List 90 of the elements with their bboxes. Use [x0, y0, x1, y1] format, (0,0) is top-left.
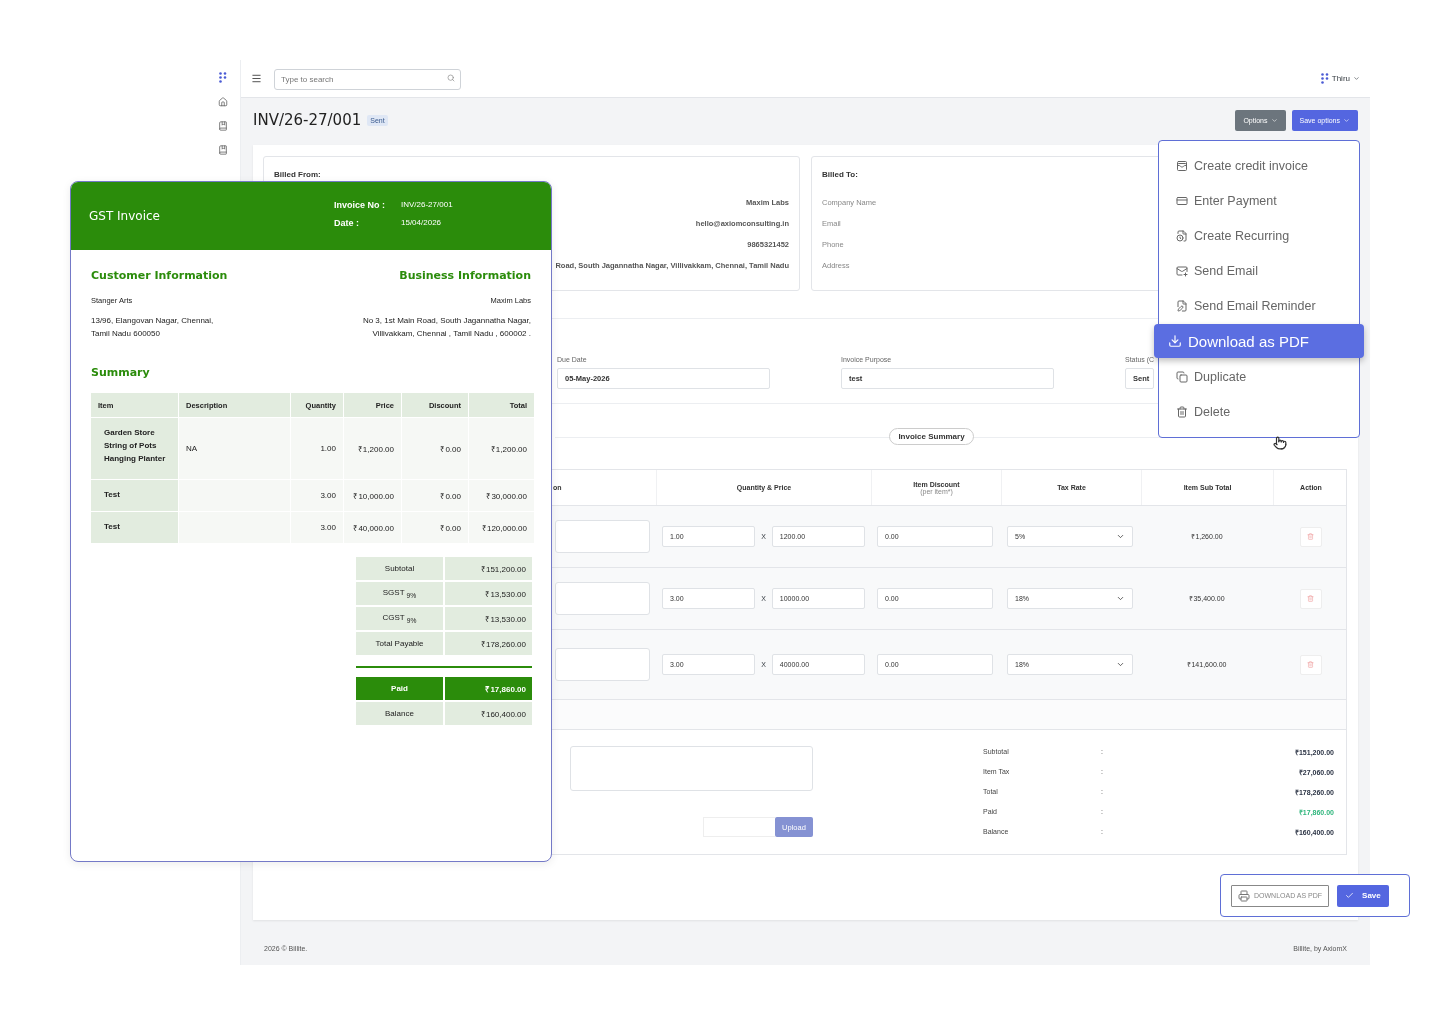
hand-cursor-icon: [1273, 436, 1287, 450]
total-label: Balance: [356, 702, 443, 725]
panel-heading: Billed To:: [822, 170, 859, 179]
preview-title: GST Invoice: [89, 209, 160, 223]
menu-item[interactable]: Duplicate: [1159, 359, 1359, 395]
meta-label: Date :: [334, 218, 360, 228]
copy-icon: [1176, 370, 1188, 383]
chevron-down-icon: [1353, 75, 1360, 82]
chevron-down-icon: [1270, 116, 1278, 124]
chevron-down-icon: [1343, 116, 1350, 124]
table-cell: ₹30,000.00: [469, 480, 534, 511]
invoice-title: INV/26-27/001: [253, 111, 362, 129]
apps-icon: [218, 72, 227, 83]
chevron-down-icon: [1116, 594, 1125, 603]
user-menu[interactable]: Thiru: [1320, 73, 1360, 84]
total-value: ₹151,200.00: [445, 557, 532, 580]
table-cell: ₹0.00: [402, 480, 468, 511]
table-cell: NA: [179, 418, 290, 479]
item-cell: Garden Store String of Pots Hanging Planter: [91, 418, 178, 479]
mail-plus-icon: [1176, 265, 1188, 278]
table-cell: 3.00: [291, 512, 343, 543]
home-icon[interactable]: [217, 97, 228, 107]
menu-item[interactable]: Download as PDF: [1154, 324, 1364, 359]
item-cell: Test: [91, 512, 178, 543]
total-label: CGST $_{9%}$: [356, 607, 443, 630]
menu-item[interactable]: Enter Payment: [1159, 183, 1359, 219]
apps-icon: [1320, 73, 1329, 84]
delete-button[interactable]: [1299, 588, 1322, 609]
address-line: No 3, 1st Main Road, South Jagannatha Nagar,: [362, 316, 531, 325]
section-heading: Summary: [91, 366, 151, 379]
trash-icon: [1307, 533, 1314, 540]
search-icon: [447, 74, 455, 82]
table-cell: ₹40,000.00: [344, 512, 401, 543]
document-clock-icon: [1176, 230, 1188, 243]
total-value: ₹178,260.00: [445, 632, 532, 655]
section-heading: Business Information: [399, 269, 531, 282]
meta-label: Invoice No :: [334, 200, 386, 210]
description-field[interactable]: [555, 520, 650, 553]
card-plus-icon: [1176, 160, 1188, 173]
table-cell: ₹0.00: [402, 512, 468, 543]
address-line: Tamil Nadu 600050: [91, 329, 160, 338]
menu-icon[interactable]: [251, 73, 262, 84]
chevron-down-icon: [1116, 532, 1125, 541]
total-value: ₹13,530.00: [445, 582, 532, 605]
check-icon: [1345, 891, 1355, 900]
table-cell: 3.00: [291, 480, 343, 511]
table-cell: ₹120,000.00: [469, 512, 534, 543]
book-icon[interactable]: [217, 145, 228, 155]
delete-button[interactable]: [1299, 654, 1322, 675]
address-line: Villivakkam, Chennai , Tamil Nadu , 600002 .: [372, 329, 531, 338]
delete-button[interactable]: [1299, 526, 1322, 547]
table-cell: ₹1,200.00: [469, 418, 534, 479]
total-value: ₹160,400.00: [445, 702, 532, 725]
menu-item[interactable]: Create Recurring: [1159, 218, 1359, 254]
table-cell: 1.00: [291, 418, 343, 479]
search-field[interactable]: Type to search: [274, 69, 461, 90]
download-icon: [1168, 334, 1182, 349]
card-icon: [1176, 195, 1188, 208]
book-icon[interactable]: [217, 121, 228, 131]
chevron-down-icon: [1116, 660, 1125, 669]
trash-icon: [1176, 405, 1188, 418]
menu-item[interactable]: Send Email: [1159, 253, 1359, 289]
total-label: SGST $_{9%}$: [356, 582, 443, 605]
total-value: ₹13,530.00: [445, 607, 532, 630]
section-heading: Customer Information: [91, 269, 228, 282]
item-cell: Test: [91, 480, 178, 511]
printer-icon: [1238, 889, 1250, 902]
description-field[interactable]: [555, 648, 650, 681]
panel-heading: Billed From:: [274, 170, 322, 179]
menu-item[interactable]: Create credit invoice: [1159, 149, 1359, 184]
file-field[interactable]: [703, 817, 775, 837]
table-cell: ₹10,000.00: [344, 480, 401, 511]
menu-item[interactable]: Send Email Reminder: [1159, 288, 1359, 324]
address-line: 13/96, Elangovan Nagar, Chennai,: [91, 316, 214, 325]
total-label: Total Payable: [356, 632, 443, 655]
trash-icon: [1307, 661, 1314, 668]
table-cell: ₹1,200.00: [344, 418, 401, 479]
section-title: Invoice Summary: [889, 428, 974, 445]
table-cell: ₹0.00: [402, 418, 468, 479]
save-button[interactable]: Save: [1337, 884, 1389, 907]
notes-field[interactable]: [570, 746, 813, 791]
document-pen-icon: [1176, 299, 1188, 312]
menu-item[interactable]: Delete: [1159, 394, 1359, 429]
total-label: Paid: [356, 677, 443, 700]
meta-value: 15/04/2026: [401, 218, 443, 228]
total-label: Subtotal: [356, 557, 443, 580]
total-value: ₹17,860.00: [445, 677, 532, 700]
meta-value: INV/26-27/001: [401, 200, 454, 210]
trash-icon: [1307, 595, 1314, 602]
description-field[interactable]: [555, 582, 650, 615]
